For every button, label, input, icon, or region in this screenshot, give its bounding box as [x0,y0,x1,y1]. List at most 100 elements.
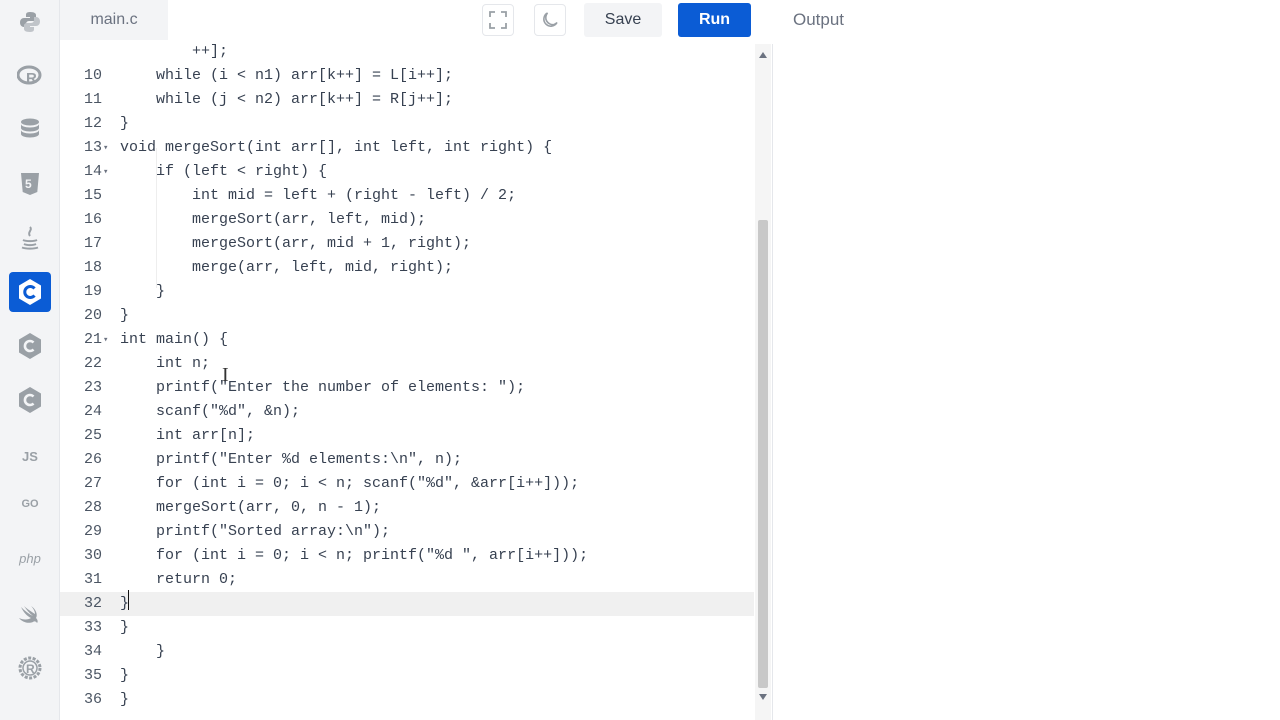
line-number: 25 [83,427,102,444]
code-line[interactable]: 14 ▾ if (left < right) { [60,160,754,184]
code-text: } [120,115,130,132]
save-button[interactable]: Save [584,3,662,37]
svg-text:R: R [26,70,37,87]
code-text: } [120,307,130,324]
sidebar-item-csharp[interactable] [9,380,51,420]
r-icon: R [17,65,42,87]
go-icon: GO [21,498,39,510]
sidebar-item-swift[interactable] [9,594,51,634]
python-icon [20,12,40,32]
php-icon: php [19,550,41,566]
line-number: 34 [83,643,102,660]
sidebar-item-javascript[interactable]: JS [9,436,51,476]
output-pane[interactable] [773,44,1280,720]
line-number: 27 [83,475,102,492]
code-line[interactable]: 36} [60,688,754,712]
code-editor[interactable]: 36} 35} 34 } 33} 32} 31 return 0; 30 for (int … [60,44,754,720]
editor-scrollbar[interactable] [755,44,771,720]
scroll-down-arrow-icon[interactable] [759,694,767,700]
code-line[interactable]: 26 printf("Enter %d elements:\n", n); [60,448,754,472]
code-text: return 0; [120,571,238,588]
scrollbar-thumb[interactable] [758,220,768,688]
code-line[interactable]: 27 for (int i = 0; i < n; scanf("%d", &a… [60,472,754,496]
code-text: } [120,283,166,300]
code-text: printf("Enter the number of elements: ")… [120,379,526,396]
c-icon [19,279,41,305]
svg-text:R: R [26,662,35,676]
code-text: mergeSort(arr, 0, n - 1); [120,499,382,516]
code-line[interactable]: 28 mergeSort(arr, 0, n - 1); [60,496,754,520]
code-text: } [120,643,166,660]
code-line[interactable]: 12} [60,112,754,136]
file-tab-main-c[interactable]: main.c [60,0,168,40]
cpp-icon [19,333,41,359]
code-line[interactable]: 11 while (j < n2) arr[k++] = R[j++]; [60,88,754,112]
line-number: 16 [83,211,102,228]
mouse-ibeam-cursor: I [222,364,229,386]
code-line[interactable]: 33} [60,616,754,640]
code-line[interactable]: 13 ▾ void mergeSort(int arr[], int left, i… [60,136,754,160]
sidebar-item-r[interactable]: R [9,56,51,96]
code-line[interactable]: 32} [60,592,754,616]
run-button[interactable]: Run [678,3,751,37]
code-line[interactable]: 35} [60,664,754,688]
online-compiler-app: R 5 JS GO php R main.c Save Run Output 3… [0,0,1280,720]
code-line[interactable]: 24 scanf("%d", &n); [60,400,754,424]
code-text: int main() { [120,331,229,348]
code-line[interactable]: 29 printf("Sorted array:\n"); [60,520,754,544]
sidebar-item-html[interactable]: 5 [9,164,51,204]
sidebar-item-c[interactable] [9,272,51,312]
code-text: while (j < n2) arr[k++] = R[j++]; [120,91,454,108]
code-line[interactable]: 30 for (int i = 0; i < n; printf("%d ", … [60,544,754,568]
sidebar-item-cpp[interactable] [9,326,51,366]
code-text: ++]; [120,44,229,60]
output-title: Output [793,10,845,29]
theme-toggle-button[interactable] [534,4,566,36]
code-line[interactable]: 16 mergeSort(arr, left, mid); [60,208,754,232]
rust-icon: R [18,656,42,680]
fold-toggle-icon[interactable]: ▾ [103,160,113,184]
code-text: for (int i = 0; i < n; printf("%d ", arr… [120,547,589,564]
code-line[interactable]: ++]; [60,44,754,64]
line-number: 14 [83,163,102,180]
line-number: 13 [83,139,102,156]
line-number: 11 [83,91,102,108]
code-text: int n; [120,355,211,372]
code-text: void mergeSort(int arr[], int left, int … [120,139,553,156]
code-line[interactable]: 22 int n; [60,352,754,376]
sidebar-item-php[interactable]: php [9,538,51,578]
sidebar-item-rust[interactable]: R [9,648,51,688]
code-line[interactable]: 25 int arr[n]; [60,424,754,448]
line-number: 36 [83,691,102,708]
javascript-icon: JS [22,448,38,464]
code-line[interactable]: 10 while (i < n1) arr[k++] = L[i++]; [60,64,754,88]
sidebar-item-python[interactable] [9,2,51,42]
sidebar-item-go[interactable]: GO [9,484,51,524]
code-text: if (left < right) { [120,163,328,180]
line-number: 35 [83,667,102,684]
fullscreen-button[interactable] [482,4,514,36]
fold-toggle-icon[interactable]: ▾ [103,328,113,352]
code-line[interactable]: 15 int mid = left + (right - left) / 2; [60,184,754,208]
code-line[interactable]: 23 printf("Enter the number of elements:… [60,376,754,400]
scroll-up-arrow-icon[interactable] [759,52,767,58]
code-text: int mid = left + (right - left) / 2; [120,187,517,204]
line-number: 23 [83,379,102,396]
line-number: 33 [83,619,102,636]
code-line[interactable]: 21 ▾ int main() { [60,328,754,352]
code-text: } [120,619,130,636]
moon-icon [543,12,558,27]
line-number: 19 [83,283,102,300]
sidebar-item-java[interactable] [9,218,51,258]
code-line[interactable]: 31 return 0; [60,568,754,592]
code-line[interactable]: 18 merge(arr, left, mid, right); [60,256,754,280]
line-number: 28 [83,499,102,516]
code-line[interactable]: 20} [60,304,754,328]
html5-icon: 5 [21,173,39,195]
fold-toggle-icon[interactable]: ▾ [103,136,113,160]
code-line[interactable]: 34 } [60,640,754,664]
sidebar-item-sql[interactable] [9,110,51,150]
text-cursor [128,590,129,610]
code-line[interactable]: 17 mergeSort(arr, mid + 1, right); [60,232,754,256]
code-line[interactable]: 19 } [60,280,754,304]
